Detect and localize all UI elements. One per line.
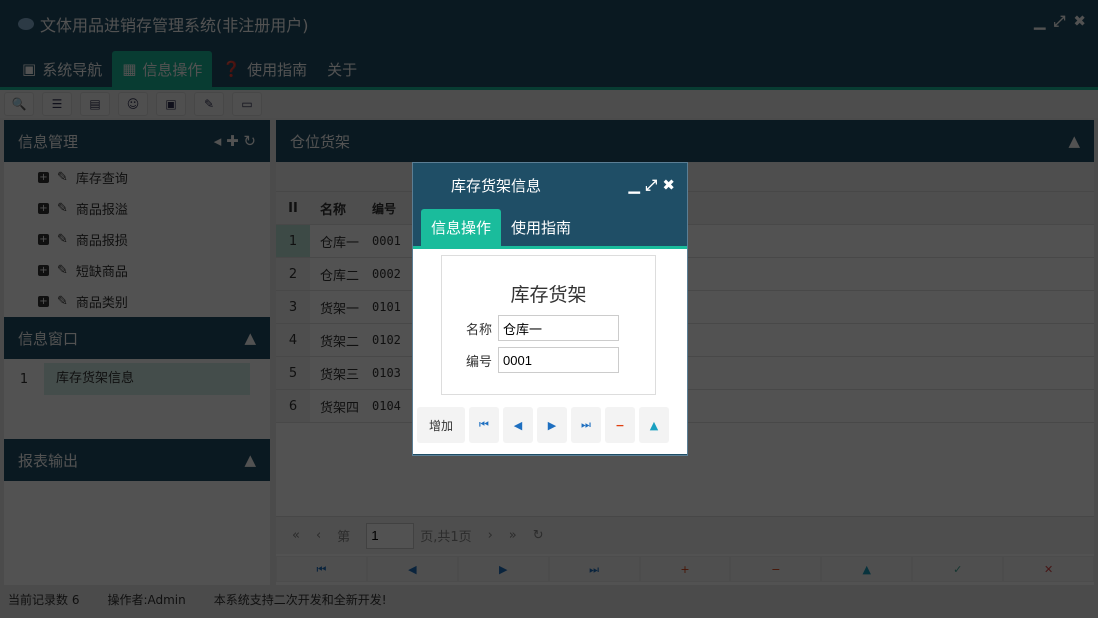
- expand-icon[interactable]: +: [38, 296, 49, 307]
- prev-button[interactable]: ◀: [366, 556, 458, 582]
- add-button[interactable]: 增加: [417, 407, 465, 443]
- next-page-button[interactable]: ›: [488, 528, 493, 543]
- user-icon[interactable]: ☺: [118, 92, 148, 116]
- add-button[interactable]: +: [639, 556, 731, 582]
- collapse-left-icon[interactable]: ◂: [214, 132, 222, 150]
- edit-icon[interactable]: ✎: [194, 92, 224, 116]
- save-button[interactable]: ✓: [912, 556, 1004, 582]
- prev-record-button[interactable]: ◀: [503, 407, 533, 443]
- maximize-button[interactable]: ⤢: [1053, 12, 1065, 30]
- first-button[interactable]: ⏮: [276, 556, 367, 582]
- window-panel-title: 信息窗口: [18, 329, 79, 348]
- toolbar: 🔍 ☰ ▤ ☺ ▣ ✎ ▭: [0, 90, 1098, 118]
- tree-item[interactable]: + ✎ 短缺商品: [4, 255, 270, 286]
- table-cell: 货架四: [320, 400, 360, 416]
- prev-page-button[interactable]: ‹: [316, 528, 321, 543]
- tool-icon: ✎: [57, 170, 68, 185]
- next-record-button[interactable]: ▶: [537, 407, 567, 443]
- tool-icon: ✎: [57, 232, 68, 247]
- table-cell: 1: [276, 225, 310, 257]
- tool-icon: ✎: [57, 263, 68, 278]
- tree-item[interactable]: + ✎ 商品报溢: [4, 193, 270, 224]
- title-bar: 文体用品进销存管理系统(非注册用户) ▁ ⤢ ✖ ▣ 系统导航 ▦ 信息操作 ❓ 使用指南…: [0, 0, 1098, 90]
- app-logo-icon: [18, 18, 34, 30]
- tab-guide[interactable]: ❓ 使用指南: [212, 51, 317, 87]
- delete-button[interactable]: −: [605, 407, 635, 443]
- search-icon[interactable]: 🔍: [4, 92, 34, 116]
- pager: «‹ 第页,共1页 ›»↻: [276, 516, 1094, 554]
- table-cell: 2: [276, 258, 310, 290]
- table-cell: 3: [276, 291, 310, 323]
- next-button[interactable]: ▶: [457, 556, 549, 582]
- collapse-icon[interactable]: ▲: [244, 329, 256, 347]
- status-bar: 当前记录数 6 操作者:Admin 本系统支持二次开发和全新开发!: [8, 592, 387, 607]
- last-page-button[interactable]: »: [509, 528, 517, 543]
- up-button[interactable]: ▲: [639, 407, 669, 443]
- refresh-icon[interactable]: ↻: [533, 528, 544, 543]
- tool-icon: ✎: [57, 201, 68, 216]
- code-field[interactable]: [498, 347, 620, 373]
- panel-title: 仓位货架: [290, 132, 351, 151]
- first-page-button[interactable]: «: [292, 528, 300, 543]
- expand-icon[interactable]: +: [38, 172, 49, 183]
- table-cell: 4: [276, 324, 310, 356]
- cancel-button[interactable]: ✕: [1003, 556, 1095, 582]
- form-title: 库存货架: [510, 284, 587, 306]
- dialog-tab-guide[interactable]: 使用指南: [501, 209, 581, 246]
- table-cell: 6: [276, 390, 310, 422]
- document-icon[interactable]: ▤: [80, 92, 110, 116]
- minimize-button[interactable]: ▁: [628, 176, 640, 194]
- up-button[interactable]: ▲: [821, 556, 913, 582]
- expand-icon[interactable]: +: [38, 265, 49, 276]
- collapse-icon[interactable]: ▲: [1068, 132, 1080, 150]
- maximize-button[interactable]: ⤢: [645, 176, 657, 194]
- left-panel: 信息管理 ◂ ✚ ↻ + ✎ 库存查询 + ✎ 商品报溢 + ✎ 商品报损 + ✎ 短缺商品 + ✎…: [4, 120, 270, 585]
- page-input[interactable]: [366, 522, 415, 549]
- tree-item[interactable]: + ✎ 商品类别: [4, 286, 270, 317]
- grid-icon: ▦: [122, 60, 137, 78]
- refresh-icon[interactable]: ↻: [243, 132, 256, 150]
- minimize-button[interactable]: ▁: [1034, 12, 1046, 30]
- form-icon[interactable]: ▭: [232, 92, 262, 116]
- monitor-icon: ▣: [22, 60, 37, 78]
- expand-icon[interactable]: +: [38, 203, 49, 214]
- tree-item[interactable]: + ✎ 商品报损: [4, 224, 270, 255]
- tab-about[interactable]: 关于: [317, 51, 367, 87]
- expand-icon[interactable]: +: [38, 234, 49, 245]
- shelf-form: 库存货架 名称 编号: [441, 255, 656, 395]
- dialog-tab-info-ops[interactable]: 信息操作: [421, 209, 502, 246]
- add-icon[interactable]: ✚: [226, 132, 239, 150]
- table-cell: 仓库一: [320, 235, 360, 251]
- last-button[interactable]: ⏭: [548, 556, 640, 582]
- table-cell: 货架二: [320, 334, 360, 350]
- name-field[interactable]: [498, 315, 620, 341]
- table-cell: 货架一: [320, 301, 360, 317]
- collapse-icon[interactable]: ▲: [244, 451, 256, 469]
- app-title: 文体用品进销存管理系统(非注册用户): [40, 16, 309, 35]
- delete-button[interactable]: −: [730, 556, 822, 582]
- list-icon[interactable]: ☰: [42, 92, 72, 116]
- dialog-title: 库存货架信息: [451, 176, 542, 195]
- table-cell: 货架三: [320, 367, 360, 383]
- close-button[interactable]: ✖: [662, 176, 675, 194]
- table-cell: 仓库二: [320, 268, 360, 284]
- last-record-button[interactable]: ⏭: [571, 407, 601, 443]
- help-icon: ❓: [222, 60, 242, 78]
- tab-system-nav[interactable]: ▣ 系统导航: [12, 51, 112, 87]
- shelf-info-dialog: 库存货架信息 ▁ ⤢ ✖ 信息操作使用指南 库存货架 名称 编号 增加 ⏮◀▶⏭−…: [412, 162, 688, 456]
- tool-icon: ✎: [57, 294, 68, 309]
- report-panel-title: 报表输出: [18, 451, 79, 470]
- panel-title: 信息管理: [18, 132, 79, 151]
- window-list-item[interactable]: 1 库存货架信息: [4, 363, 270, 395]
- table-cell: 5: [276, 357, 310, 389]
- window-icon[interactable]: ▣: [156, 92, 186, 116]
- first-record-button[interactable]: ⏮: [469, 407, 499, 443]
- close-button[interactable]: ✖: [1073, 12, 1086, 30]
- tab-info-ops[interactable]: ▦ 信息操作: [112, 51, 213, 87]
- tree-item[interactable]: + ✎ 库存查询: [4, 162, 270, 193]
